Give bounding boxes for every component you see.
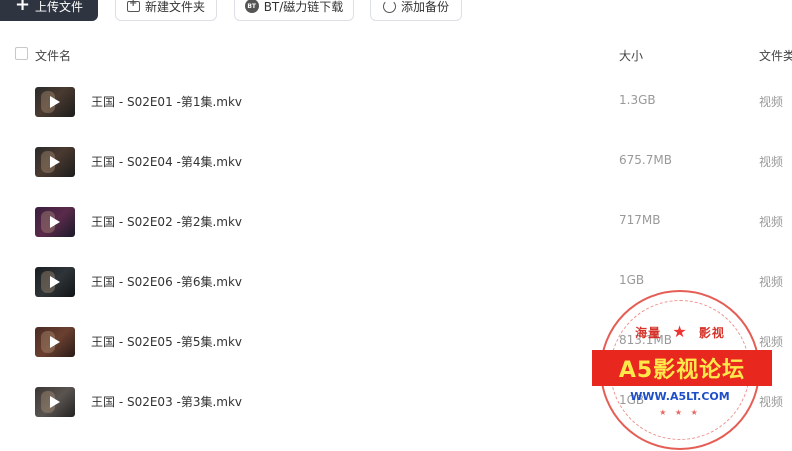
add-backup-button[interactable]: 添加备份 [370,0,462,21]
file-size: 1GB [619,273,645,287]
stamp-title: A5影视论坛 [592,350,772,386]
column-header-size[interactable]: 大小 [619,47,643,64]
video-thumbnail[interactable] [35,87,75,117]
video-thumbnail[interactable] [35,147,75,177]
plus-icon: + [14,0,31,15]
file-name[interactable]: 王国 - S02E01 -第1集.mkv [91,93,242,110]
file-name[interactable]: 王国 - S02E03 -第3集.mkv [91,393,242,410]
play-icon [50,396,60,408]
play-icon [50,276,60,288]
video-thumbnail[interactable] [35,387,75,417]
file-type: 视频 [759,395,784,409]
play-icon [50,156,60,168]
file-name[interactable]: 王国 - S02E04 -第4集.mkv [91,153,242,170]
add-backup-label: 添加备份 [400,0,449,14]
column-header-type[interactable]: 文件类 [759,47,792,64]
file-list-header: 文件名 大小 文件类 [0,38,792,72]
select-all-checkbox[interactable] [15,47,28,60]
file-type: 视频 [759,335,784,349]
play-icon [50,96,60,108]
stamp-top-right: 影视 [698,326,725,340]
file-type: 视频 [759,215,784,229]
stamp-top-text: 海量 ★ 影视 [602,322,758,341]
file-row[interactable]: 王国 - S02E04 -第4集.mkv 675.7MB 视频 [0,132,792,192]
sync-icon [382,0,396,13]
file-name[interactable]: 王国 - S02E06 -第6集.mkv [91,273,242,290]
file-name[interactable]: 王国 - S02E02 -第2集.mkv [91,213,242,230]
video-thumbnail[interactable] [35,207,75,237]
file-name[interactable]: 王国 - S02E05 -第5集.mkv [91,333,242,350]
bt-download-button[interactable]: BT BT/磁力链下载 [234,0,354,21]
upload-label: 上传文件 [35,0,84,14]
file-size: 1.3GB [619,93,656,107]
file-type: 视频 [759,95,784,109]
stamp-stars-decoration: ★ ★ ★ [659,408,701,417]
file-row[interactable]: 王国 - S02E02 -第2集.mkv 717MB 视频 [0,192,792,252]
star-icon: ★ [672,322,688,341]
file-size: 675.7MB [619,153,672,167]
play-icon [50,336,60,348]
toolbar: + 上传文件 新建文件夹 BT BT/磁力链下载 添加备份 [0,0,792,21]
file-row[interactable]: 王国 - S02E01 -第1集.mkv 1.3GB 视频 [0,72,792,132]
video-thumbnail[interactable] [35,327,75,357]
stamp-top-left: 海量 [635,326,662,340]
new-folder-button[interactable]: 新建文件夹 [115,0,217,21]
file-type: 视频 [759,155,784,169]
bt-download-label: BT/磁力链下载 [263,0,344,14]
video-thumbnail[interactable] [35,267,75,297]
play-icon [50,216,60,228]
bt-icon: BT [244,0,259,13]
upload-button[interactable]: + 上传文件 [0,0,98,21]
stamp-url: WWW.A5LT.COM [630,390,730,403]
column-header-name[interactable]: 文件名 [35,47,71,64]
new-folder-label: 新建文件夹 [144,0,205,14]
file-type: 视频 [759,275,784,289]
new-folder-icon [126,0,140,12]
watermark-stamp: 海量 ★ 影视 A5影视论坛 WWW.A5LT.COM ★ ★ ★ [592,290,772,450]
file-size: 717MB [619,213,661,227]
